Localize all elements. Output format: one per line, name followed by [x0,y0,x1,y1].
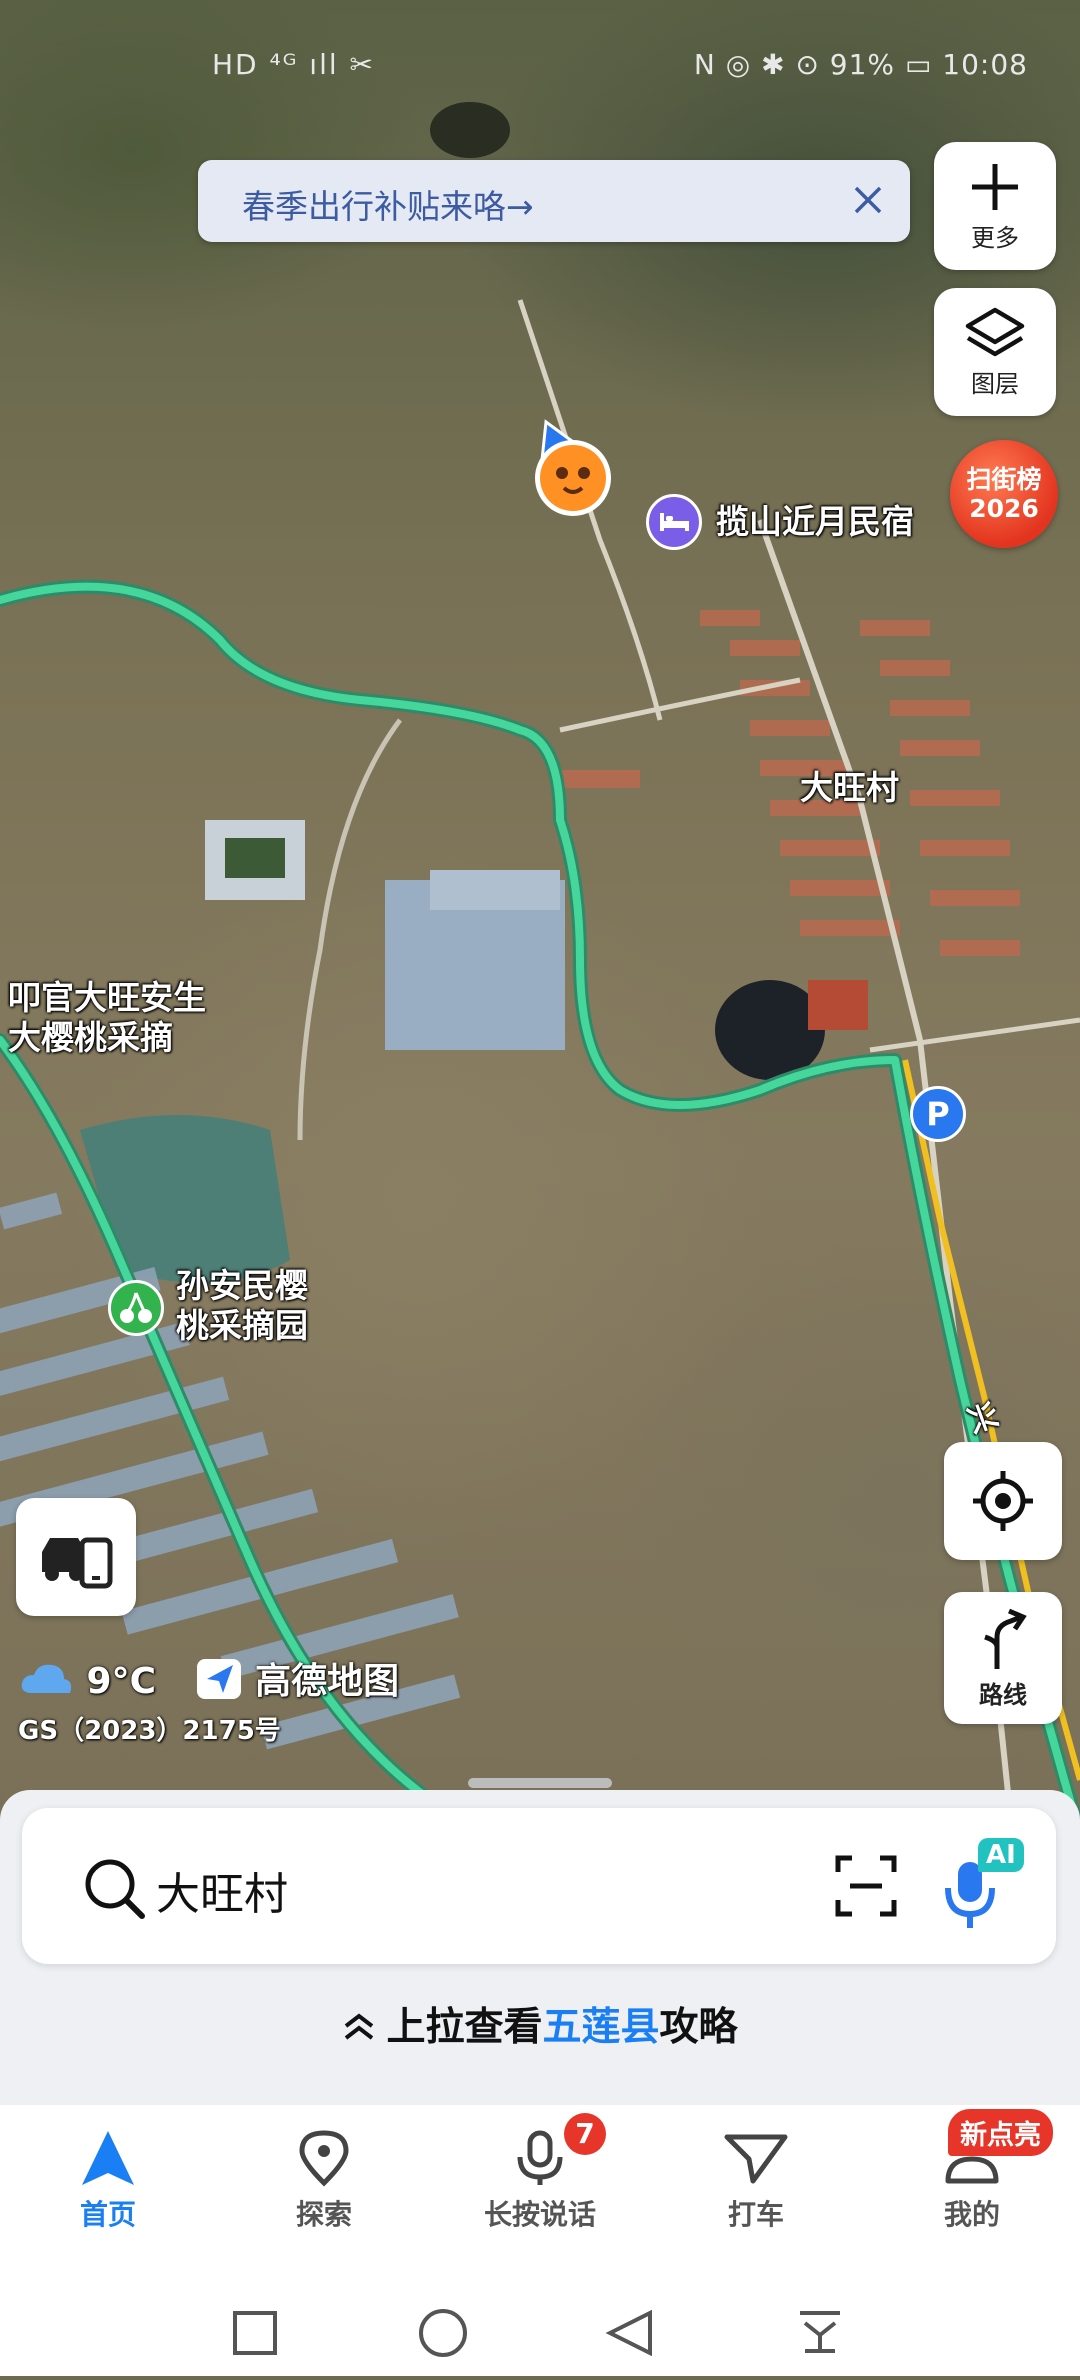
current-location-marker[interactable] [528,418,618,526]
rank-badge-line1: 扫街榜 [966,465,1042,494]
parking-poi-icon[interactable]: P [910,1086,966,1142]
temperature: 9°C [86,1661,157,1702]
village-label[interactable]: 大旺村 [800,768,899,808]
new-highlight-badge: 新点亮 [948,2109,1053,2156]
home-button[interactable] [419,2309,467,2357]
car-phone-icon [42,1537,113,1589]
home-navigation-icon [82,2131,134,2185]
layers-icon [965,307,1025,356]
system-nav-bar [0,2273,1080,2376]
rank-list-badge[interactable]: 扫街榜 2026 [950,440,1058,548]
tab-voice-label: 长按说话 [483,2198,596,2231]
tab-voice[interactable]: 长按说话 7 [450,2113,630,2233]
layers-label: 图层 [971,369,1019,398]
promo-banner-text: 春季出行补贴来咯→ [242,187,534,226]
cherry-poi-icon[interactable] [108,1280,164,1336]
ai-badge: AI [978,1838,1024,1872]
tab-taxi-label: 打车 [727,2198,784,2231]
tab-explore[interactable]: 探索 [234,2129,414,2233]
pull-up-guide[interactable]: 上拉查看五莲县攻略 [0,1996,1080,2052]
voice-notification-badge: 7 [564,2113,606,2155]
search-icon [85,1859,145,1919]
amap-logo-icon [196,1659,241,1699]
recent-apps-button[interactable] [233,2311,277,2355]
scan-icon[interactable] [834,1854,898,1918]
tab-taxi[interactable]: 打车 [666,2129,846,2233]
guide-county[interactable]: 五莲县 [542,2005,659,2050]
bed-icon [660,513,689,531]
route-button[interactable]: 路线 [944,1592,1062,1724]
close-icon[interactable] [844,176,892,224]
orchard-label-line1: 孙安民樱 [176,1266,308,1305]
brand-name: 高德地图 [255,1661,400,1702]
mascot-location-icon [535,419,611,516]
bottom-tab-bar: 首页 探索 长按说话 7 打车 我的 新点亮 [0,2105,1080,2273]
sheet-drag-handle[interactable] [468,1778,612,1788]
orchard-label[interactable]: 孙安民樱 桃采摘园 [176,1266,308,1346]
map-license-text: GS（2023）2175号 [18,1716,281,1746]
hotel-poi-icon[interactable] [646,494,702,550]
orchard-label-line2: 桃采摘园 [176,1306,308,1345]
more-label: 更多 [971,223,1019,252]
search-box[interactable]: 大旺村 AI [22,1808,1056,1964]
taxi-arrow-icon [724,2134,788,2184]
microphone-icon [517,2130,563,2185]
locate-crosshair-icon [973,1471,1033,1531]
tab-home[interactable]: 首页 [18,2129,198,2233]
status-battery-time: N ◎ ✱ ⊙ 91% ▭ 10:08 [693,48,1028,81]
nav-buttons [233,2309,840,2357]
tab-explore-label: 探索 [295,2198,352,2231]
tab-home-label: 首页 [79,2198,136,2231]
more-button[interactable]: 更多 [934,142,1056,270]
cherry-farm-label[interactable]: 叩官大旺安生 大樱桃采摘 [8,978,206,1058]
route-label: 路线 [979,1680,1027,1709]
cherry-farm-label-line1: 叩官大旺安生 [8,978,206,1017]
rank-badge-line2: 2026 [969,494,1039,523]
layers-button[interactable]: 图层 [934,288,1056,416]
car-mode-button[interactable] [16,1498,136,1616]
location-pin-icon [299,2130,349,2187]
cherry-farm-label-line2: 大樱桃采摘 [8,1018,173,1057]
locate-button[interactable] [944,1442,1062,1560]
status-bar: HD ⁴ᴳ ıll ✂ N ◎ ✱ ⊙ 91% ▭ 10:08 [0,40,1080,90]
cloud-icon [21,1664,72,1693]
tab-mine-label: 我的 [943,2198,1000,2231]
weather-brand-row: 9°C 高德地图 [18,1652,399,1704]
notification-pull-down-button[interactable] [800,2311,840,2353]
tab-mine[interactable]: 我的 新点亮 [882,2109,1062,2233]
promo-banner[interactable]: 春季出行补贴来咯→ [198,160,910,242]
route-turn-icon [984,1608,1027,1669]
plus-icon [972,163,1018,210]
back-button[interactable] [605,2309,652,2357]
double-chevron-up-icon [345,2013,374,2040]
guide-prefix: 上拉查看 [386,2005,543,2050]
search-input[interactable]: 大旺村 [156,1858,288,1922]
guide-suffix: 攻略 [659,2005,738,2050]
homestay-label[interactable]: 揽山近月民宿 [716,502,914,542]
status-signal: HD ⁴ᴳ ıll ✂ [212,48,375,81]
cherry-icon [120,1292,152,1323]
